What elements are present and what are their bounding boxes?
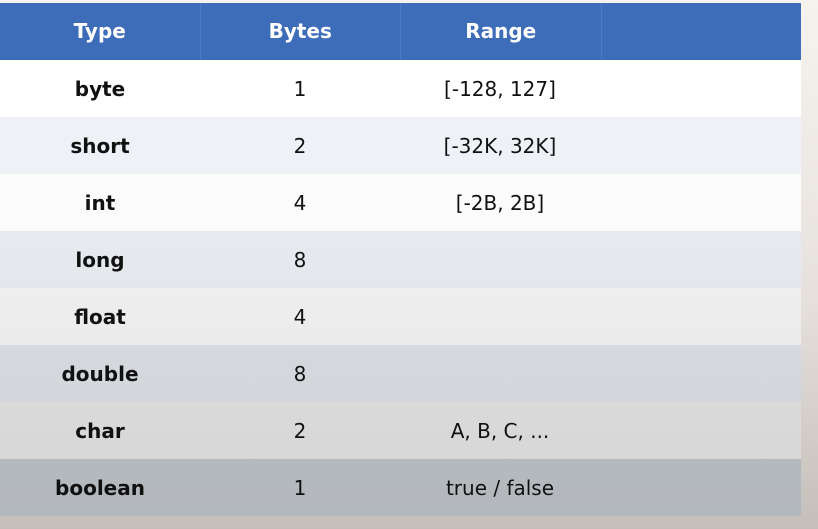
header-range: Range — [401, 3, 602, 60]
bytes-cell: 2 — [293, 418, 307, 443]
bytes-cell: 4 — [293, 304, 307, 329]
table-body: byte 1 [-128, 127] short 2 [-32K, 32K] int 4 [-2… — [0, 60, 801, 516]
table-row: char 2 A, B, C, ... — [0, 402, 801, 459]
type-cell: short — [70, 133, 130, 158]
bytes-cell: 4 — [293, 190, 307, 215]
type-cell: long — [75, 247, 125, 272]
table-row: double 8 — [0, 345, 801, 402]
range-cell: true / false — [445, 475, 555, 500]
range-cell: [-2B, 2B] — [455, 190, 545, 215]
table-row: int 4 [-2B, 2B] — [0, 174, 801, 231]
header-bytes: Bytes — [201, 3, 401, 60]
range-cell: A, B, C, ... — [450, 418, 550, 443]
table-row: byte 1 [-128, 127] — [0, 60, 801, 117]
bytes-cell: 1 — [293, 475, 307, 500]
table-row: short 2 [-32K, 32K] — [0, 117, 801, 174]
type-cell: double — [61, 361, 139, 386]
type-cell: int — [84, 190, 116, 215]
table-header: Type Bytes Range — [0, 3, 801, 60]
bytes-cell: 1 — [293, 76, 307, 101]
header-empty — [602, 3, 802, 60]
table-row: long 8 — [0, 231, 801, 288]
table-row: boolean 1 true / false — [0, 459, 801, 516]
bytes-cell: 2 — [293, 133, 307, 158]
data-types-table: Type Bytes Range byte 1 [-128, 127] short 2 [… — [0, 3, 801, 516]
table-row: float 4 — [0, 288, 801, 345]
type-cell: char — [75, 418, 125, 443]
bytes-cell: 8 — [293, 361, 307, 386]
range-cell: [-32K, 32K] — [443, 133, 557, 158]
range-cell: [-128, 127] — [444, 76, 556, 101]
type-cell: boolean — [55, 475, 145, 500]
type-cell: float — [74, 304, 126, 329]
header-type: Type — [0, 3, 201, 60]
bytes-cell: 8 — [293, 247, 307, 272]
type-cell: byte — [74, 76, 126, 101]
